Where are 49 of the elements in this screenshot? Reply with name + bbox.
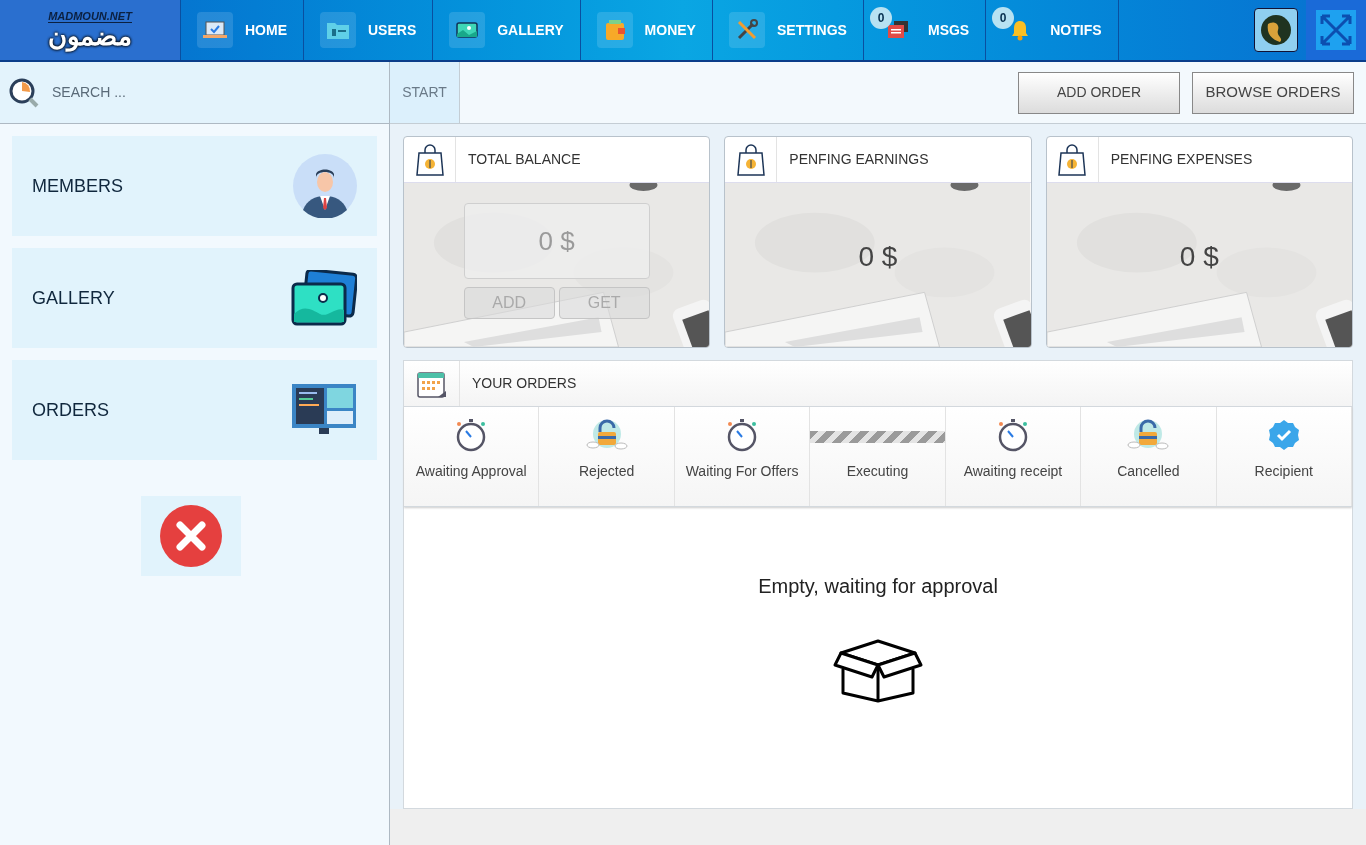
status-tab[interactable]: Rejected bbox=[539, 407, 675, 506]
photos-icon bbox=[291, 270, 357, 326]
card-title: PENFING EARNINGS bbox=[788, 150, 929, 169]
search-icon bbox=[8, 76, 40, 109]
fullscreen-button[interactable] bbox=[1306, 0, 1366, 60]
sidebar-item[interactable]: MEMBERS bbox=[12, 136, 377, 236]
search-field[interactable]: SEARCH ... bbox=[0, 62, 389, 124]
shopping-bag-icon bbox=[735, 143, 766, 176]
card-title: PENFING EXPENSES bbox=[1109, 150, 1253, 169]
monitor-icon bbox=[291, 383, 357, 437]
padlock-cloud-icon bbox=[1127, 418, 1170, 452]
count-badge: 0 bbox=[869, 7, 892, 29]
status-tab[interactable]: Cancelled bbox=[1081, 407, 1217, 506]
avatar-button[interactable] bbox=[1254, 8, 1298, 52]
status-tab[interactable]: Recipient bbox=[1216, 407, 1352, 506]
laptop-icon bbox=[203, 20, 227, 40]
nav-item[interactable]: USERS bbox=[303, 0, 433, 60]
expand-icon bbox=[1314, 8, 1358, 52]
padlock-cloud-icon bbox=[585, 418, 628, 452]
folder-icon bbox=[326, 20, 350, 40]
toolbar-button[interactable]: BROWSE ORDERS bbox=[1192, 71, 1354, 114]
search-input[interactable]: SEARCH ... bbox=[52, 82, 381, 103]
start-tab[interactable]: START bbox=[390, 62, 460, 123]
check-badge-icon bbox=[1267, 419, 1300, 451]
count-badge: 0 bbox=[992, 7, 1015, 29]
close-button[interactable] bbox=[140, 496, 241, 576]
nav-item[interactable]: HOME bbox=[180, 0, 303, 60]
status-tab[interactable]: Executing bbox=[810, 407, 946, 506]
businessman-icon bbox=[293, 154, 357, 218]
message-icon bbox=[885, 20, 910, 40]
status-tab[interactable]: Awaiting Approval bbox=[404, 407, 540, 506]
shopping-bag-icon bbox=[414, 143, 445, 176]
empty-message: Empty, waiting for approval bbox=[758, 574, 998, 599]
status-tab[interactable]: Waiting For Offers bbox=[674, 407, 811, 506]
sidebar-item[interactable]: GALLERY bbox=[12, 248, 377, 348]
close-icon bbox=[158, 504, 223, 568]
globe-icon bbox=[1260, 14, 1292, 46]
amount-text: 0 $ bbox=[1179, 240, 1219, 274]
panel-title: YOUR ORDERS bbox=[471, 374, 577, 393]
nav-item[interactable]: 0 MSGS bbox=[862, 0, 986, 60]
card-title: TOTAL BALANCE bbox=[467, 150, 581, 169]
logo-latin-text: MADMOUN.NET bbox=[48, 11, 132, 23]
status-tab[interactable]: Awaiting receipt bbox=[945, 407, 1082, 506]
toolbar-button[interactable]: ADD ORDER bbox=[1018, 71, 1180, 114]
amount-text: 0 $ bbox=[858, 240, 898, 274]
sidebar-item[interactable]: ORDERS bbox=[12, 360, 377, 460]
shopping-bag-icon bbox=[1057, 143, 1088, 176]
picture-icon bbox=[455, 20, 480, 40]
nav-item[interactable]: 0 NOTIFS bbox=[985, 0, 1118, 60]
